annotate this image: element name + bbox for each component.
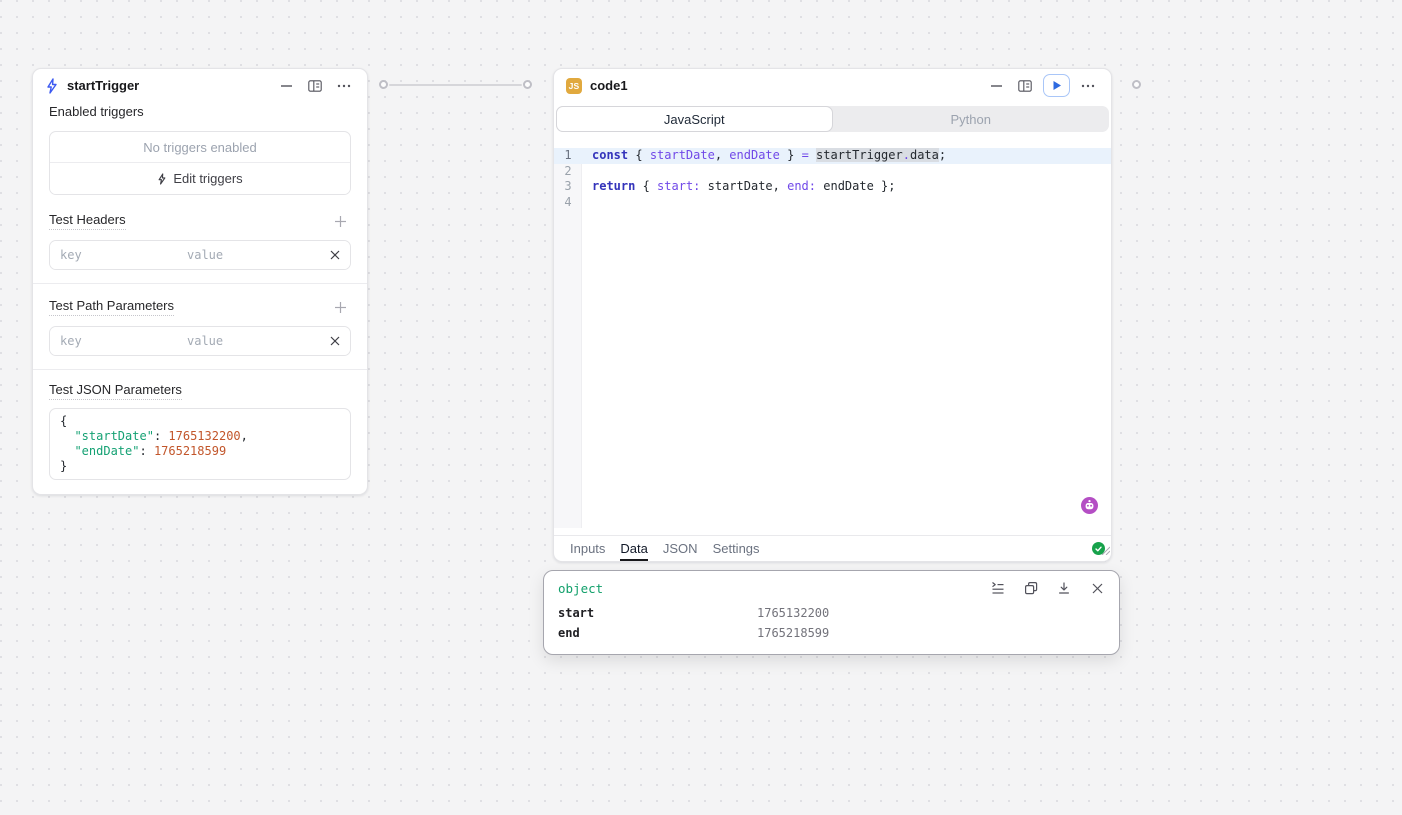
result-key: start — [558, 606, 757, 620]
json-line: { — [60, 414, 340, 429]
divider — [33, 283, 367, 284]
code-line-4[interactable]: 4 — [554, 195, 1111, 211]
block-title: code1 — [590, 78, 628, 93]
resize-handle[interactable] — [1101, 542, 1110, 560]
divider — [33, 369, 367, 370]
result-row[interactable]: end1765218599 — [558, 623, 1105, 643]
enabled-triggers-label: Enabled triggers — [49, 104, 351, 119]
code-line-2[interactable]: 2 — [554, 164, 1111, 180]
path-param-value-input[interactable] — [177, 327, 320, 355]
connection-handle-code1-out[interactable] — [1132, 80, 1141, 89]
lightning-bolt-icon — [45, 78, 59, 94]
tab-python[interactable]: Python — [833, 106, 1110, 132]
header-key-input[interactable] — [50, 241, 177, 269]
json-line: "endDate": 1765218599 — [60, 444, 340, 459]
test-path-params-label: Test Path Parameters — [49, 298, 174, 316]
line-number: 4 — [554, 195, 582, 211]
code-editor-lines: 1const { startDate, endDate } = startTri… — [554, 148, 1111, 210]
code-editor[interactable]: 1const { startDate, endDate } = startTri… — [554, 148, 1111, 528]
result-type-label: object — [558, 581, 603, 596]
test-headers-row — [49, 240, 351, 270]
tab-data[interactable]: Data — [620, 536, 647, 561]
copy-icon[interactable] — [1023, 580, 1039, 596]
add-header-plus-icon[interactable] — [329, 210, 351, 232]
no-triggers-text: No triggers enabled — [50, 132, 350, 163]
triggers-box: No triggers enabled Edit triggers — [49, 131, 351, 195]
edit-triggers-label: Edit triggers — [173, 171, 242, 186]
code-text — [582, 164, 592, 180]
data-output-panel: object start1765132200end1765218599 — [543, 570, 1120, 655]
line-number: 1 — [554, 148, 582, 164]
test-path-params-row — [49, 326, 351, 356]
tab-settings[interactable]: Settings — [713, 536, 760, 561]
download-icon[interactable] — [1056, 580, 1072, 596]
line-number: 2 — [554, 164, 582, 180]
header-value-input[interactable] — [177, 241, 320, 269]
test-json-editor[interactable]: { "startDate": 1765132200, "endDate": 17… — [49, 408, 351, 480]
result-row[interactable]: start1765132200 — [558, 603, 1105, 623]
minimize-icon[interactable] — [275, 75, 297, 97]
result-value: 1765218599 — [757, 626, 829, 640]
edit-triggers-button[interactable]: Edit triggers — [50, 163, 350, 194]
edit-bolt-icon — [157, 173, 167, 185]
code1-header[interactable]: JS code1 — [554, 69, 1111, 102]
tab-inputs[interactable]: Inputs — [570, 536, 605, 561]
code-line-1[interactable]: 1const { startDate, endDate } = startTri… — [554, 148, 1111, 164]
start-trigger-header[interactable]: startTrigger — [33, 69, 367, 102]
javascript-badge-icon: JS — [566, 78, 582, 94]
connection-handle-in[interactable] — [523, 80, 532, 89]
open-panel-icon[interactable] — [1014, 75, 1036, 97]
minimize-icon[interactable] — [985, 75, 1007, 97]
code-text: return { start: startDate, end: endDate … — [582, 179, 896, 195]
line-number: 3 — [554, 179, 582, 195]
tab-javascript[interactable]: JavaScript — [556, 106, 833, 132]
test-json-params-label: Test JSON Parameters — [49, 382, 182, 400]
connection-handle-out[interactable] — [379, 80, 388, 89]
close-icon[interactable] — [1089, 580, 1105, 596]
result-rows: start1765132200end1765218599 — [544, 600, 1119, 643]
result-value: 1765132200 — [757, 606, 829, 620]
json-line: } — [60, 459, 340, 474]
run-play-icon[interactable] — [1043, 74, 1070, 97]
test-headers-label: Test Headers — [49, 212, 126, 230]
language-tabs: JavaScript Python — [556, 106, 1109, 132]
code-line-3[interactable]: 3return { start: startDate, end: endDate… — [554, 179, 1111, 195]
open-panel-icon[interactable] — [304, 75, 326, 97]
more-ellipsis-icon[interactable] — [333, 75, 355, 97]
block-title: startTrigger — [67, 78, 139, 93]
remove-path-param-icon[interactable] — [320, 327, 350, 355]
code-text — [582, 195, 592, 211]
result-tabs-bar: Inputs Data JSON Settings — [554, 535, 1111, 561]
start-trigger-block: startTrigger Enabled triggers No trigger… — [32, 68, 368, 495]
remove-header-icon[interactable] — [320, 241, 350, 269]
add-path-param-plus-icon[interactable] — [329, 296, 351, 318]
connection-line — [389, 84, 522, 86]
more-ellipsis-icon[interactable] — [1077, 75, 1099, 97]
expand-tree-icon[interactable] — [990, 580, 1006, 596]
tab-json[interactable]: JSON — [663, 536, 698, 561]
path-param-key-input[interactable] — [50, 327, 177, 355]
bot-avatar-icon[interactable] — [1081, 497, 1098, 514]
code1-block: JS code1 JavaScript Python 1const { star… — [553, 68, 1112, 562]
json-line: "startDate": 1765132200, — [60, 429, 340, 444]
code-text: const { startDate, endDate } = startTrig… — [582, 148, 946, 164]
result-key: end — [558, 626, 757, 640]
